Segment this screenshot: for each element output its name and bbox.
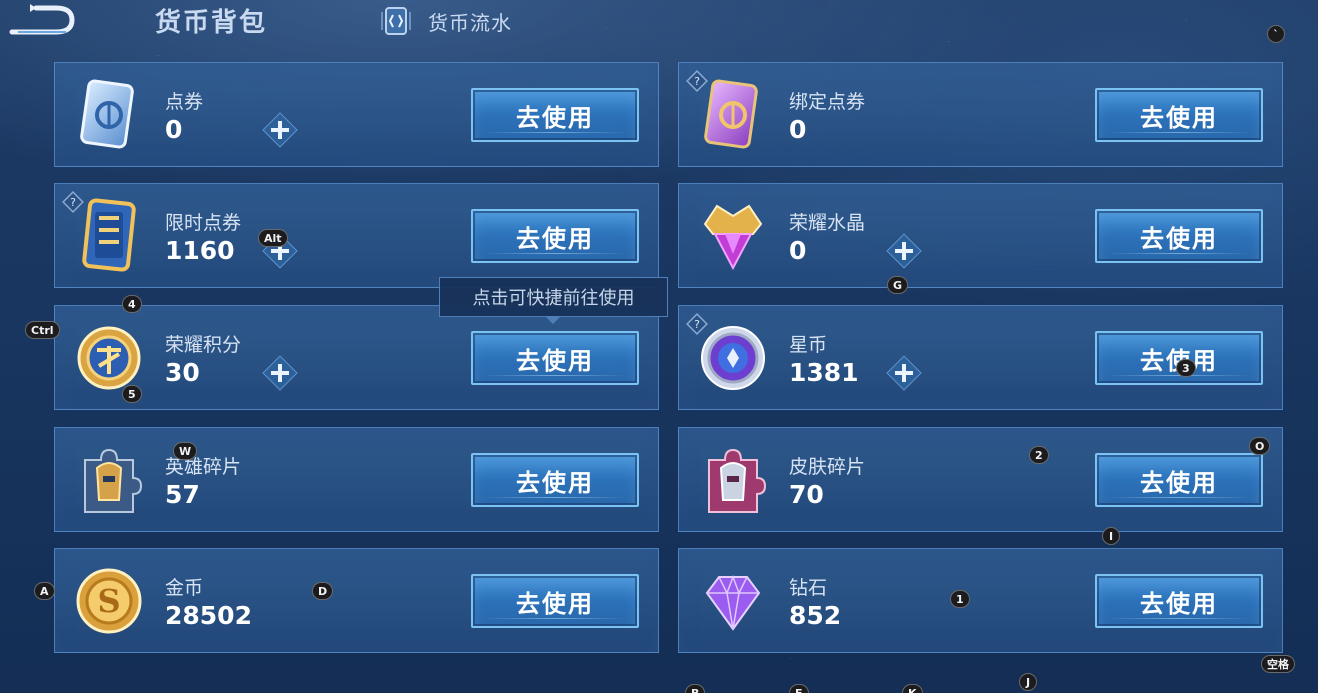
currency-name: 限时点券: [165, 212, 242, 234]
use-button[interactable]: 去使用: [471, 88, 639, 142]
currency-name: 星币: [789, 334, 828, 356]
hero-fragment-icon: [84, 448, 143, 513]
currency-name: 皮肤碎片: [789, 456, 866, 478]
key-hint-1: 1: [950, 590, 970, 608]
currency-card-star-coin: ? 星币 1381 去使用: [678, 305, 1283, 410]
currency-amount: 28502: [165, 601, 252, 630]
currency-card-gold-coin: S 金币 28502 去使用: [54, 548, 659, 653]
use-button[interactable]: 去使用: [1095, 574, 1263, 628]
svg-text:S: S: [97, 582, 120, 620]
key-hint-5: 5: [122, 385, 142, 403]
ledger-card-icon: [381, 7, 411, 35]
currency-amount: 1160: [165, 236, 235, 265]
use-button[interactable]: 去使用: [1095, 209, 1263, 263]
currency-name: 荣耀水晶: [789, 212, 866, 234]
key-hint-a: A: [34, 582, 55, 600]
currency-name: 绑定点券: [789, 91, 866, 113]
key-hint-b: B: [685, 684, 706, 693]
currency-amount: 0: [165, 115, 183, 144]
key-hint-o: O: [1249, 437, 1271, 455]
key-hint-j: J: [1019, 673, 1037, 691]
currency-name: 钻石: [789, 577, 828, 599]
limited-coupon-icon: [82, 198, 136, 272]
use-button[interactable]: 去使用: [471, 209, 639, 263]
plus-icon[interactable]: [885, 232, 923, 270]
glory-crystal-icon: [703, 204, 763, 271]
currency-card-diamond: 钻石 852 去使用: [678, 548, 1283, 653]
key-hint-3: 3: [1176, 359, 1196, 377]
plus-icon[interactable]: [885, 354, 923, 392]
back-button[interactable]: [6, 2, 76, 36]
key-hint-2: 2: [1029, 446, 1049, 464]
plus-icon[interactable]: [261, 354, 299, 392]
currency-amount: 0: [789, 115, 807, 144]
currency-card-hero-fragment: 英雄碎片 57 去使用: [54, 427, 659, 532]
key-hint-k: K: [902, 684, 923, 693]
key-hint-w: W: [173, 442, 198, 460]
currency-amount: 30: [165, 358, 200, 387]
currency-card-glory-points: 荣耀积分 30 去使用: [54, 305, 659, 410]
use-button[interactable]: 去使用: [1095, 453, 1263, 507]
key-hint-ctrl: Ctrl: [25, 321, 60, 339]
quick-use-tooltip: 点击可快捷前往使用: [439, 277, 668, 317]
currency-ledger-tab[interactable]: 货币流水: [378, 4, 512, 38]
currency-amount: 0: [789, 236, 807, 265]
use-button[interactable]: 去使用: [471, 453, 639, 507]
currency-name: 金币: [165, 577, 204, 599]
use-button[interactable]: 去使用: [471, 331, 639, 385]
diamond-icon: [705, 574, 761, 631]
key-hint-g: G: [887, 276, 909, 294]
key-hint-4: 4: [122, 295, 142, 313]
skin-fragment-icon: [708, 448, 767, 513]
key-hint-i: I: [1102, 527, 1120, 545]
tooltip-arrow: [545, 316, 561, 324]
currency-name: 荣耀积分: [165, 334, 242, 356]
currency-card-bound-coupon: ? 绑定点券 0 去使用: [678, 62, 1283, 167]
use-button[interactable]: 去使用: [471, 574, 639, 628]
back-arrow-icon: [9, 4, 75, 35]
currency-amount: 57: [165, 480, 200, 509]
plus-icon[interactable]: [261, 111, 299, 149]
use-button[interactable]: 去使用: [1095, 88, 1263, 142]
use-button[interactable]: 去使用: [1095, 331, 1263, 385]
currency-name: 点券: [165, 91, 204, 113]
currency-card-coupon: 点券 0 去使用: [54, 62, 659, 167]
currency-card-glory-crystal: 荣耀水晶 0 去使用: [678, 183, 1283, 288]
currency-amount: 70: [789, 480, 824, 509]
currency-card-limited-coupon: ? 限时点券 1160 去使用: [54, 183, 659, 288]
key-hint-backtick: `: [1267, 25, 1285, 43]
key-hint-space: 空格: [1261, 655, 1295, 673]
gold-coin-icon: S: [76, 568, 142, 634]
currency-amount: 1381: [789, 358, 859, 387]
currency-card-skin-fragment: 皮肤碎片 70 去使用: [678, 427, 1283, 532]
key-hint-alt: Alt: [258, 229, 288, 247]
key-hint-e: E: [789, 684, 809, 693]
ledger-tab-label: 货币流水: [428, 10, 512, 35]
coupon-card-icon: [80, 79, 134, 149]
page-title: 货币背包: [155, 8, 268, 38]
key-hint-d: D: [312, 582, 334, 600]
currency-amount: 852: [789, 601, 842, 630]
bound-coupon-icon: [704, 79, 758, 149]
star-coin-icon: [701, 326, 765, 390]
